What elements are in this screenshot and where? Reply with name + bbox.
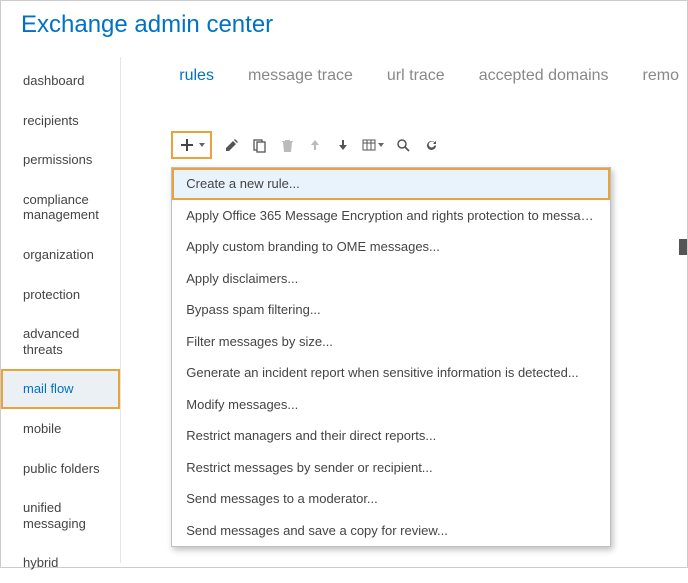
dropdown-item-modify-messages[interactable]: Modify messages...	[172, 389, 610, 421]
chevron-down-icon	[378, 143, 384, 147]
tab-rules[interactable]: rules	[171, 63, 222, 89]
chevron-down-icon	[199, 143, 205, 147]
sidebar-item-recipients[interactable]: recipients	[1, 101, 120, 141]
sidebar-item-mobile[interactable]: mobile	[1, 409, 120, 449]
dropdown-item-apply-encryption[interactable]: Apply Office 365 Message Encryption and …	[172, 200, 610, 232]
tab-accepted-domains[interactable]: accepted domains	[471, 63, 617, 89]
sidebar-item-dashboard[interactable]: dashboard	[1, 61, 120, 101]
dropdown-item-restrict-sender[interactable]: Restrict messages by sender or recipient…	[172, 452, 610, 484]
sidebar: dashboard recipients permissions complia…	[1, 57, 121, 563]
dropdown-item-custom-branding[interactable]: Apply custom branding to OME messages...	[172, 231, 610, 263]
tab-url-trace[interactable]: url trace	[379, 63, 453, 89]
columns-button[interactable]	[362, 136, 384, 154]
tabs: rules message trace url trace accepted d…	[171, 63, 687, 89]
scrollbar-hint	[679, 239, 687, 255]
dropdown-item-filter-size[interactable]: Filter messages by size...	[172, 326, 610, 358]
move-up-button[interactable]	[306, 136, 324, 154]
add-button[interactable]	[171, 131, 212, 159]
move-down-button[interactable]	[334, 136, 352, 154]
search-button[interactable]	[394, 136, 412, 154]
dropdown-item-save-copy[interactable]: Send messages and save a copy for review…	[172, 515, 610, 547]
sidebar-item-organization[interactable]: organization	[1, 235, 120, 275]
delete-button[interactable]	[278, 136, 296, 154]
toolbar	[171, 131, 687, 159]
dropdown-item-bypass-spam[interactable]: Bypass spam filtering...	[172, 294, 610, 326]
edit-button[interactable]	[222, 136, 240, 154]
sidebar-item-protection[interactable]: protection	[1, 275, 120, 315]
sidebar-item-public-folders[interactable]: public folders	[1, 449, 120, 489]
sidebar-item-mail-flow[interactable]: mail flow	[1, 369, 120, 409]
layout: dashboard recipients permissions complia…	[1, 57, 687, 563]
sidebar-item-advanced-threats[interactable]: advanced threats	[1, 314, 120, 369]
main: rules message trace url trace accepted d…	[121, 57, 687, 563]
sidebar-item-permissions[interactable]: permissions	[1, 140, 120, 180]
dropdown-item-disclaimers[interactable]: Apply disclaimers...	[172, 263, 610, 295]
dropdown-item-incident-report[interactable]: Generate an incident report when sensiti…	[172, 357, 610, 389]
add-rule-dropdown: Create a new rule... Apply Office 365 Me…	[171, 167, 611, 547]
refresh-button[interactable]	[422, 136, 440, 154]
dropdown-item-restrict-managers[interactable]: Restrict managers and their direct repor…	[172, 420, 610, 452]
dropdown-item-create-new-rule[interactable]: Create a new rule...	[172, 168, 610, 200]
sidebar-item-compliance[interactable]: compliance management	[1, 180, 120, 235]
sidebar-item-unified-messaging[interactable]: unified messaging	[1, 488, 120, 543]
page-title: Exchange admin center	[1, 1, 687, 57]
copy-button[interactable]	[250, 136, 268, 154]
plus-icon	[178, 136, 196, 154]
sidebar-item-hybrid[interactable]: hybrid	[1, 543, 120, 583]
tab-message-trace[interactable]: message trace	[240, 63, 361, 89]
tab-remote[interactable]: remo	[635, 63, 687, 89]
dropdown-item-moderator[interactable]: Send messages to a moderator...	[172, 483, 610, 515]
